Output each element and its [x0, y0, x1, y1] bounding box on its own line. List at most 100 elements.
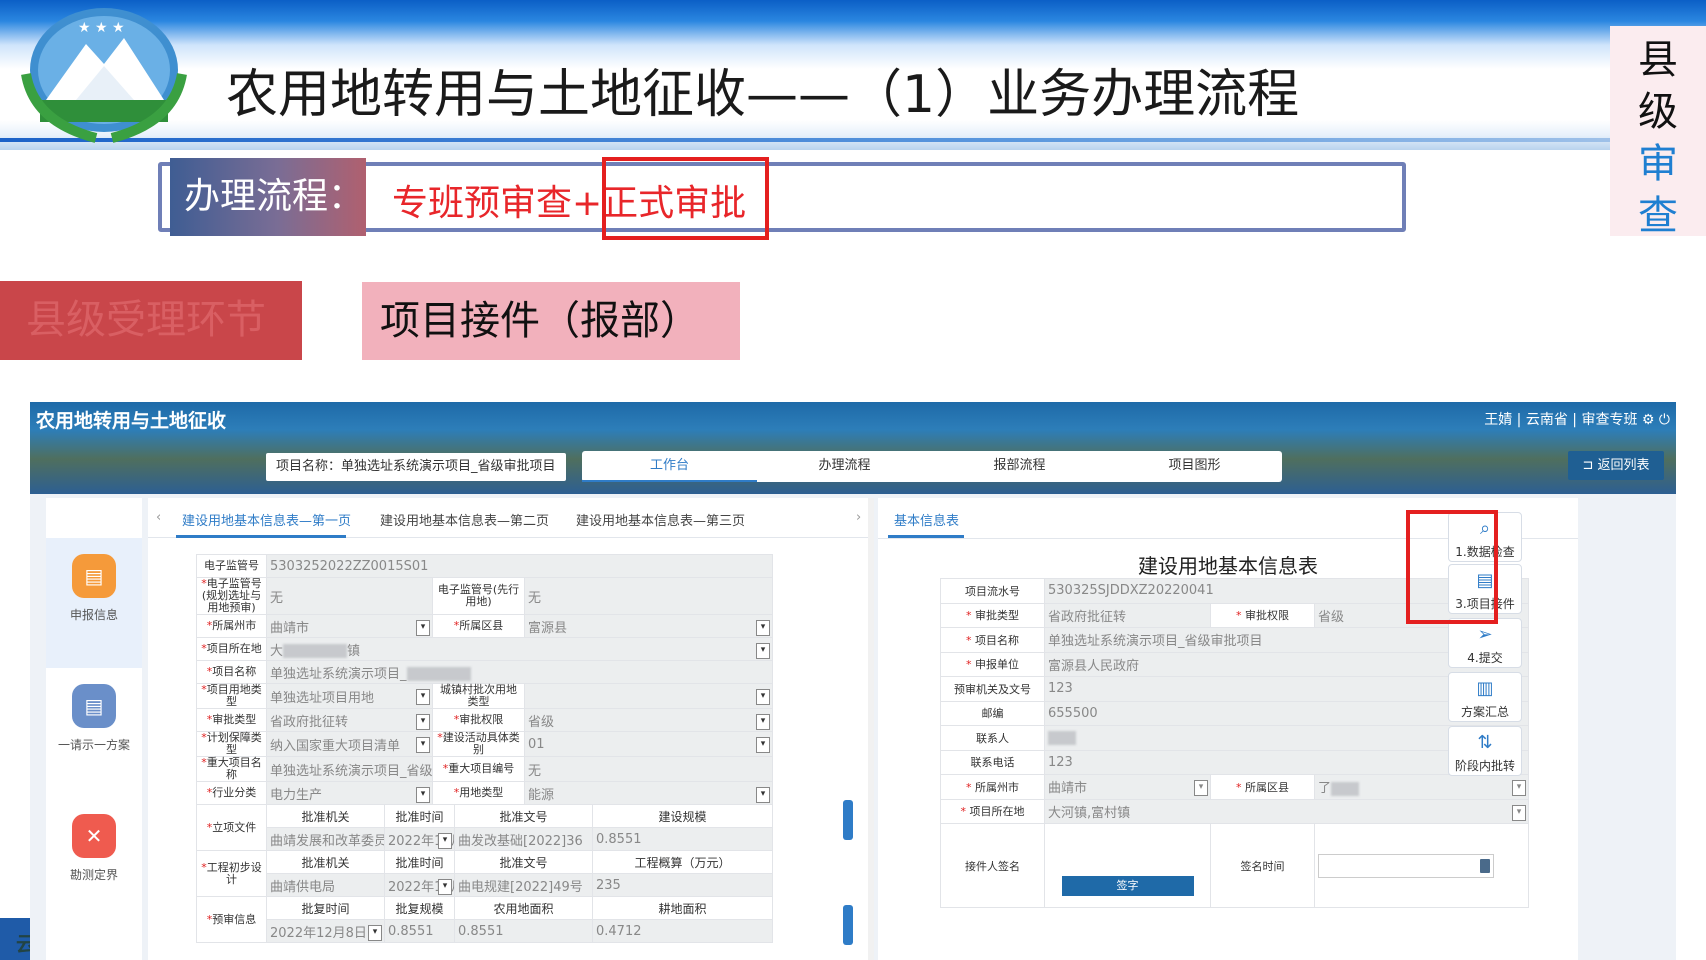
field-e-code-first[interactable]: 无 — [523, 577, 774, 615]
tab-graphics[interactable]: 项目图形 — [1107, 451, 1282, 482]
app-title: 农用地转用与土地征收 — [36, 410, 227, 432]
tab-next-icon[interactable]: › — [856, 510, 861, 525]
label-authority: *审批权限 — [432, 708, 525, 732]
collapse-handle[interactable] — [843, 905, 853, 945]
app-window: 农用地转用与土地征收 王婧 | 云南省 | 审查专班 ⚙ ⏻ 项目名称：单独选址… — [30, 402, 1676, 960]
col-head: 批复规模 — [384, 896, 455, 920]
main-tabs: 工作台 办理流程 报部流程 项目图形 — [582, 451, 1282, 482]
power-icon[interactable]: ⏻ — [1659, 412, 1670, 428]
stage-label: 县级受理环节 — [0, 281, 302, 360]
label-e-code: 电子监管号 — [196, 554, 267, 578]
field-gongcheng-doc[interactable]: 曲电规建[2022]49号 — [454, 873, 593, 897]
back-icon: ⊐ — [1582, 458, 1598, 473]
tab-prev-icon[interactable]: ‹ — [156, 510, 161, 525]
back-label: 返回列表 — [1597, 458, 1650, 473]
select-plan-type[interactable]: 纳入国家重大项目清单 — [266, 731, 433, 757]
label-approval-type: * 审批类型 — [940, 602, 1045, 628]
select-location[interactable]: 大镇 — [265, 637, 774, 661]
label-land-type: *项目用地类型 — [196, 683, 267, 709]
select-industry[interactable]: 电力生产 — [266, 781, 433, 805]
active-tab-indicator — [176, 535, 346, 538]
label-doc: 预审机关及文号 — [940, 676, 1045, 702]
label-county: * 所属区县 — [1210, 774, 1315, 800]
label-location: *项目所在地 — [196, 637, 267, 661]
slide-title: 农用地转用与土地征收——（1）业务办理流程 — [226, 65, 1300, 125]
label-approval-type: *审批类型 — [196, 708, 267, 732]
label-plan-type: *计划保障类型 — [196, 731, 267, 757]
slide: ★ ★ ★ 农用地转用与土地征收——（1）业务办理流程 县 级 审 查 办理流程… — [0, 0, 1706, 960]
nav-apply-info[interactable]: ▤ 申报信息 — [46, 538, 142, 668]
field-yushen-arable[interactable]: 0.4712 — [591, 919, 774, 943]
tab-page-1[interactable]: 建设用地基本信息表—第一页 — [182, 510, 351, 529]
tab-process[interactable]: 办理流程 — [757, 451, 932, 482]
select-use-type[interactable]: 能源 — [523, 781, 774, 805]
col-head: 耕地面积 — [591, 896, 774, 920]
label-authority: * 审批权限 — [1210, 602, 1315, 628]
label-county: *所属区县 — [432, 614, 525, 638]
transfer-icon: ⇅ — [1477, 732, 1493, 753]
field-gongcheng-org[interactable]: 曲靖供电局 — [266, 873, 385, 897]
select-prefecture[interactable]: 曲靖市 — [266, 614, 433, 638]
field-lixiang-date[interactable]: 2022年12月8日 — [384, 827, 455, 851]
field-yushen-farm[interactable]: 0.8551 — [454, 919, 593, 943]
tab-page-2[interactable]: 建设用地基本信息表—第二页 — [380, 510, 549, 529]
select-prefecture[interactable]: 曲靖市 — [1044, 774, 1211, 800]
label-sign: 接件人签名 — [940, 823, 1045, 908]
field-yushen-scale[interactable]: 0.8551 — [384, 919, 455, 943]
submit-button[interactable]: ➢ 4.提交 — [1448, 618, 1522, 668]
tab-report[interactable]: 报部流程 — [932, 451, 1107, 482]
action-label: 方案汇总 — [1460, 705, 1509, 719]
field-yushen-date[interactable]: 2022年12月8日 — [266, 919, 385, 943]
splitter[interactable] — [868, 498, 874, 960]
label-activity: *建设活动具体类别 — [432, 731, 525, 757]
field-lixiang-scale[interactable]: 0.8551 — [591, 827, 774, 851]
redacted-text — [1048, 730, 1076, 745]
level-tag-char: 审 — [1638, 141, 1678, 187]
label-industry: *行业分类 — [196, 781, 267, 805]
select-authority[interactable]: 省级 — [523, 708, 774, 732]
tab-page-3[interactable]: 建设用地基本信息表—第三页 — [576, 510, 745, 529]
collapse-handle[interactable] — [843, 800, 853, 840]
field-major-no[interactable]: 无 — [523, 756, 774, 782]
tools-icon: ✕ — [72, 814, 116, 858]
col-head: 批准时间 — [384, 804, 455, 828]
field-lixiang-org[interactable]: 曲靖发展和改革委员 — [266, 827, 385, 851]
user-info[interactable]: 王婧 | 云南省 | 审查专班 ⚙ ⏻ — [1484, 409, 1670, 429]
field-approval-type[interactable]: 省政府批征转 — [1044, 602, 1211, 628]
tab-basic-info[interactable]: 基本信息表 — [894, 510, 959, 529]
select-activity[interactable]: 01 — [523, 731, 774, 757]
label-location: * 项目所在地 — [940, 798, 1045, 824]
label-e-code-first: 电子监管号(先行用地) — [432, 577, 525, 615]
level-tag: 县 级 审 查 — [1610, 26, 1706, 239]
label-serial: 项目流水号 — [940, 578, 1045, 604]
label-major-no: *重大项目编号 — [432, 756, 525, 782]
label-use-type: *用地类型 — [432, 781, 525, 805]
nav-survey[interactable]: ✕ 勘测定界 — [46, 798, 142, 928]
tab-workbench[interactable]: 工作台 — [582, 451, 757, 482]
document-icon: ▤ — [72, 684, 116, 728]
select-county[interactable]: 富源县 — [523, 614, 774, 638]
field-project-name[interactable]: 单独选址系统演示项目_ — [265, 660, 774, 684]
nav-label: 一请示一方案 — [57, 738, 130, 752]
field-major-name[interactable]: 单独选址系统演示项目_省级 — [266, 756, 433, 782]
stage-transfer-button[interactable]: ⇅ 阶段内批转 — [1448, 726, 1522, 776]
label-project-name: *项目名称 — [196, 660, 267, 684]
col-head: 工程概算（万元） — [591, 850, 774, 874]
field-lixiang-doc[interactable]: 曲发改基础[2022]36 — [454, 827, 593, 851]
highlight-box — [602, 157, 769, 240]
select-batch-type[interactable] — [523, 683, 774, 709]
nav-plan[interactable]: ▤ 一请示一方案 — [46, 668, 142, 798]
plan-summary-button[interactable]: ▥ 方案汇总 — [1448, 672, 1522, 722]
field-e-code[interactable]: 5303252022ZZ0015S01 — [265, 554, 774, 578]
select-approval-type[interactable]: 省政府批征转 — [266, 708, 433, 732]
gear-icon[interactable]: ⚙ — [1642, 412, 1655, 428]
field-gongcheng-date[interactable]: 2022年12月8日 — [384, 873, 455, 897]
field-gongcheng-budget[interactable]: 235 — [591, 873, 774, 897]
back-to-list-button[interactable]: ⊐ 返回列表 — [1568, 451, 1664, 480]
select-land-type[interactable]: 单独选址项目用地 — [266, 683, 433, 709]
label-major-name: *重大项目名称 — [196, 756, 267, 782]
label-prefecture: * 所属州市 — [940, 774, 1045, 800]
sign-button[interactable]: 签字 — [1061, 876, 1194, 896]
label-batch-type: 城镇村批次用地类型 — [432, 683, 525, 709]
field-e-code-plan[interactable]: 无 — [266, 577, 433, 615]
